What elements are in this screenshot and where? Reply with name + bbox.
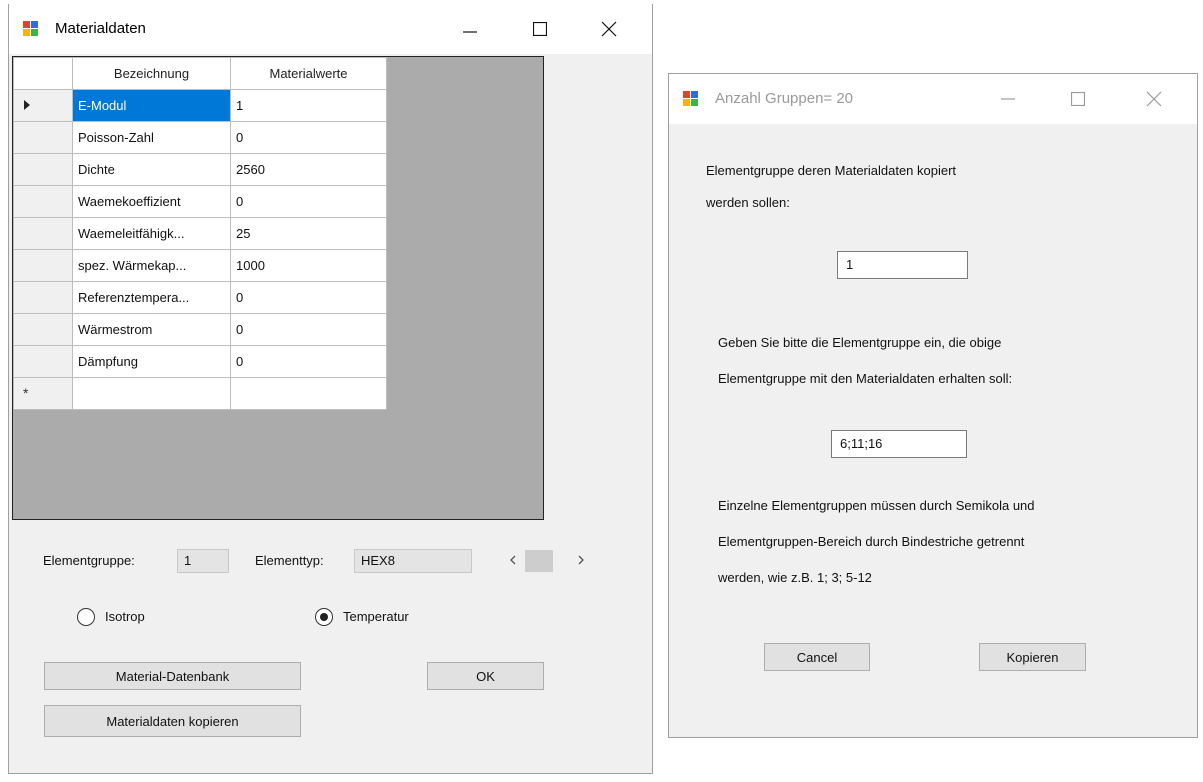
cell-name[interactable]: Poisson-Zahl bbox=[72, 121, 231, 154]
row-header[interactable] bbox=[13, 89, 73, 122]
dialog-close-button[interactable] bbox=[1131, 74, 1177, 124]
temperatur-radio[interactable] bbox=[315, 608, 333, 626]
cell-value[interactable]: 25 bbox=[230, 217, 387, 250]
minimize-button[interactable] bbox=[447, 4, 493, 54]
radio-selected-dot bbox=[320, 613, 328, 621]
source-prompt-line1: Elementgruppe deren Materialdaten kopier… bbox=[706, 163, 957, 178]
table-row[interactable]: Dämpfung 0 bbox=[13, 345, 387, 378]
cell-value[interactable] bbox=[230, 377, 387, 410]
row-header[interactable]: * bbox=[13, 377, 73, 410]
row-header[interactable] bbox=[13, 249, 73, 282]
table-row[interactable]: E-Modul 1 bbox=[13, 89, 387, 122]
table-row[interactable]: spez. Wärmekap... 1000 bbox=[13, 249, 387, 282]
hint-line2: Elementgruppen-Bereich durch Bindestrich… bbox=[718, 534, 1025, 549]
dialog-title-bar[interactable]: Anzahl Gruppen= 20 bbox=[669, 74, 1197, 124]
cell-value[interactable]: 0 bbox=[230, 185, 387, 218]
cell-name[interactable]: E-Modul bbox=[72, 89, 231, 122]
cell-value[interactable]: 1 bbox=[230, 89, 387, 122]
cell-name[interactable]: Waemeleitfähigk... bbox=[72, 217, 231, 250]
elementtyp-label: Elementtyp: bbox=[255, 553, 324, 568]
cell-name[interactable]: Dämpfung bbox=[72, 345, 231, 378]
dialog-title: Anzahl Gruppen= 20 bbox=[715, 90, 854, 107]
table-row[interactable]: Dichte 2560 bbox=[13, 153, 387, 186]
isotrop-radio[interactable] bbox=[77, 608, 95, 626]
table-row[interactable]: Waemekoeffizient 0 bbox=[13, 185, 387, 218]
close-icon bbox=[601, 21, 617, 37]
material-table: Bezeichnung Materialwerte E-Modul 1 Pois… bbox=[13, 57, 387, 410]
cell-value[interactable]: 0 bbox=[230, 313, 387, 346]
column-header-bezeichnung[interactable]: Bezeichnung bbox=[72, 57, 231, 90]
new-table-row[interactable]: * bbox=[13, 377, 387, 410]
cancel-button[interactable]: Cancel bbox=[764, 643, 870, 671]
table-row[interactable]: Poisson-Zahl 0 bbox=[13, 121, 387, 154]
row-header[interactable] bbox=[13, 217, 73, 250]
cell-name[interactable]: Wärmestrom bbox=[72, 313, 231, 346]
target-prompt-line2: Elementgruppe mit den Materialdaten erha… bbox=[718, 371, 1013, 386]
ok-button[interactable]: OK bbox=[427, 662, 544, 690]
cell-name[interactable]: Waemekoeffizient bbox=[72, 185, 231, 218]
title-bar[interactable]: Materialdaten bbox=[9, 4, 652, 54]
cell-value[interactable]: 0 bbox=[230, 345, 387, 378]
anzahl-gruppen-dialog: Anzahl Gruppen= 20 Elementgruppe deren M… bbox=[668, 73, 1198, 738]
elementtyp-value: HEX8 bbox=[354, 549, 472, 573]
cell-value[interactable]: 2560 bbox=[230, 153, 387, 186]
row-header[interactable] bbox=[13, 281, 73, 314]
source-group-input[interactable]: 1 bbox=[837, 251, 968, 279]
maximize-icon bbox=[1071, 92, 1085, 106]
cell-name[interactable]: Dichte bbox=[72, 153, 231, 186]
app-icon bbox=[23, 21, 39, 37]
table-row[interactable]: Wärmestrom 0 bbox=[13, 313, 387, 346]
dialog-maximize-button[interactable] bbox=[1055, 74, 1101, 124]
target-prompt-line1: Geben Sie bitte die Elementgruppe ein, d… bbox=[718, 335, 1002, 350]
row-header-corner bbox=[13, 57, 73, 90]
target-groups-input[interactable]: 6;11;16 bbox=[831, 430, 967, 458]
close-button[interactable] bbox=[586, 4, 632, 54]
maximize-button[interactable] bbox=[517, 4, 563, 54]
cell-value[interactable]: 0 bbox=[230, 121, 387, 154]
material-data-grid[interactable]: Bezeichnung Materialwerte E-Modul 1 Pois… bbox=[12, 56, 544, 520]
column-header-materialwerte[interactable]: Materialwerte bbox=[230, 57, 387, 90]
element-scrollbar[interactable] bbox=[479, 548, 591, 572]
table-row[interactable]: Referenztempera... 0 bbox=[13, 281, 387, 314]
cell-name[interactable] bbox=[72, 377, 231, 410]
row-header[interactable] bbox=[13, 153, 73, 186]
materialdaten-window: Materialdaten Bezeichnung Materialwerte bbox=[8, 4, 653, 774]
hint-line1: Einzelne Elementgruppen müssen durch Sem… bbox=[718, 498, 1035, 513]
cell-name[interactable]: Referenztempera... bbox=[72, 281, 231, 314]
row-header[interactable] bbox=[13, 121, 73, 154]
table-header-row: Bezeichnung Materialwerte bbox=[13, 57, 387, 90]
temperatur-label[interactable]: Temperatur bbox=[343, 609, 409, 624]
dialog-minimize-button[interactable] bbox=[985, 74, 1031, 124]
elementgruppe-label: Elementgruppe: bbox=[43, 553, 135, 568]
row-header[interactable] bbox=[13, 345, 73, 378]
isotrop-label[interactable]: Isotrop bbox=[105, 609, 145, 624]
row-header[interactable] bbox=[13, 313, 73, 346]
minimize-icon bbox=[1001, 98, 1015, 100]
maximize-icon bbox=[533, 22, 547, 36]
cell-value[interactable]: 0 bbox=[230, 281, 387, 314]
materialdaten-kopieren-button[interactable]: Materialdaten kopieren bbox=[44, 705, 301, 737]
new-row-marker: * bbox=[23, 385, 29, 401]
table-row[interactable]: Waemeleitfähigk... 25 bbox=[13, 217, 387, 250]
source-prompt-line2: werden sollen: bbox=[706, 195, 790, 210]
window-title: Materialdaten bbox=[55, 20, 146, 37]
row-header[interactable] bbox=[13, 185, 73, 218]
current-row-arrow-icon bbox=[24, 100, 30, 110]
close-icon bbox=[1146, 91, 1162, 107]
minimize-icon bbox=[463, 31, 477, 33]
scrollbar-thumb[interactable] bbox=[525, 550, 553, 572]
scroll-right-icon[interactable] bbox=[577, 555, 585, 565]
hint-line3: werden, wie z.B. 1; 3; 5-12 bbox=[718, 570, 872, 585]
scroll-left-icon[interactable] bbox=[509, 555, 517, 565]
elementgruppe-value: 1 bbox=[177, 549, 229, 573]
cell-name[interactable]: spez. Wärmekap... bbox=[72, 249, 231, 282]
kopieren-button[interactable]: Kopieren bbox=[979, 643, 1086, 671]
cell-value[interactable]: 1000 bbox=[230, 249, 387, 282]
material-datenbank-button[interactable]: Material-Datenbank bbox=[44, 662, 301, 690]
dialog-app-icon bbox=[683, 91, 699, 107]
